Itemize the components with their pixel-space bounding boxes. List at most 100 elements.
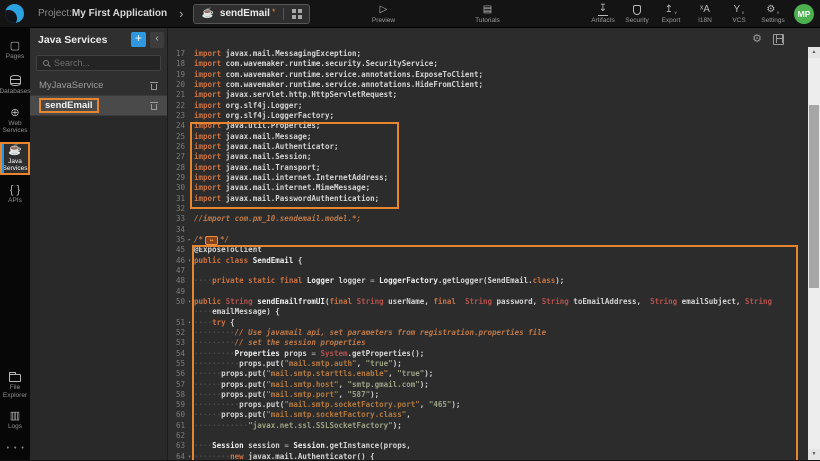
code-line[interactable]: 49	[168, 287, 808, 297]
code-line[interactable]: 28import javax.mail.Transport;	[168, 163, 808, 173]
tab-sendemail[interactable]: ☕ sendEmail *	[193, 4, 310, 24]
scroll-down-arrow[interactable]: ▼	[808, 449, 820, 460]
globe-icon: ⊕	[10, 106, 19, 119]
artifacts-button[interactable]: ↧ Artifacts	[588, 4, 618, 24]
code-line[interactable]: 29import javax.mail.internet.InternetAdd…	[168, 173, 808, 183]
editor-settings-gear-icon[interactable]: ⚙	[752, 34, 762, 45]
fold-gutter	[185, 80, 194, 90]
code-line[interactable]: 21import javax.servlet.http.HttpServletR…	[168, 90, 808, 100]
trash-icon[interactable]	[150, 101, 158, 110]
translate-icon: ˣA	[700, 4, 710, 16]
code-line[interactable]: 20import com.wavemaker.runtime.service.a…	[168, 80, 808, 90]
trash-icon[interactable]	[150, 81, 158, 90]
preview-button[interactable]: ▷ Preview	[368, 4, 398, 24]
document-icon: ▤	[483, 4, 492, 16]
code-area[interactable]: 17import javax.mail.MessagingException;1…	[168, 49, 808, 460]
code-line[interactable]: 19import com.wavemaker.runtime.service.a…	[168, 70, 808, 80]
folded-code-pill[interactable]: ↔	[205, 236, 218, 245]
code-line[interactable]: 56······props.put("mail.smtp.starttls.en…	[168, 369, 808, 379]
code-text: ······props.put("mail.smtp.starttls.enab…	[194, 369, 808, 379]
code-line[interactable]: 62	[168, 431, 808, 441]
code-text: import javax.mail.Session;	[194, 152, 808, 162]
log-file-icon: ▥	[10, 409, 20, 422]
sidebar-item-databases[interactable]: Databases	[0, 71, 30, 99]
fold-gutter	[185, 59, 194, 69]
code-line[interactable]: 18import com.wavemaker.runtime.security.…	[168, 59, 808, 69]
code-line[interactable]: 46▾public class SendEmail {	[168, 256, 808, 266]
code-line[interactable]: 63····Session session = Session.getInsta…	[168, 441, 808, 451]
collapse-panel-button[interactable]: ‹	[150, 32, 164, 48]
fold-toggle-icon[interactable]: ▾	[185, 256, 194, 266]
code-line[interactable]: 59··········props.put("mail.smtp.socketF…	[168, 400, 808, 410]
code-line[interactable]: 33//import com.pm_10.sendemail.model.*;	[168, 214, 808, 224]
sidebar-item-pages[interactable]: ▢ Pages	[0, 36, 30, 64]
code-line[interactable]: 57······props.put("mail.smtp.host", "smt…	[168, 380, 808, 390]
code-line[interactable]: ····emailMessage) {	[168, 307, 808, 317]
code-line[interactable]: 25import javax.mail.Message;	[168, 132, 808, 142]
sidebar-item-label: Databases	[0, 88, 31, 95]
code-line[interactable]: 24import java.util.Properties;	[168, 121, 808, 131]
code-line[interactable]: 52·········// Use javamail api, set para…	[168, 328, 808, 338]
code-line[interactable]: 31import javax.mail.PasswordAuthenticati…	[168, 194, 808, 204]
code-line[interactable]: 23import org.slf4j.LoggerFactory;	[168, 111, 808, 121]
chevron-down-icon: ∨	[776, 7, 779, 19]
sidebar-item-label: File Explorer	[0, 384, 30, 399]
code-line[interactable]: 51▾····try {	[168, 318, 808, 328]
code-line[interactable]: 27import javax.mail.Session;	[168, 152, 808, 162]
sidebar-item-java-services[interactable]: ☕ Java Services	[0, 142, 30, 175]
line-number: 46	[168, 256, 185, 266]
save-icon[interactable]	[773, 34, 784, 45]
fold-toggle-icon[interactable]: ▾	[185, 452, 194, 460]
fold-toggle-icon[interactable]: ▸	[185, 235, 194, 245]
code-line[interactable]: 26import javax.mail.Authenticator;	[168, 142, 808, 152]
code-line[interactable]: 55··········props.put("mail.smtp.auth", …	[168, 359, 808, 369]
sidebar-item-file-explorer[interactable]: File Explorer	[0, 370, 30, 399]
code-line[interactable]: 22import org.slf4j.Logger;	[168, 101, 808, 111]
code-line[interactable]: 60······props.put("mail.smtp.socketFacto…	[168, 410, 808, 420]
code-text: ········new javax.mail.Authenticator() {	[194, 452, 808, 460]
fold-toggle-icon[interactable]: ▾	[185, 318, 194, 328]
sidebar-item-apis[interactable]: { } APIs	[0, 180, 30, 208]
code-line[interactable]: 48····private static final Logger logger…	[168, 276, 808, 286]
i18n-button[interactable]: ˣA I18N	[690, 4, 720, 24]
avatar[interactable]: MP	[794, 4, 814, 24]
line-number: 52	[168, 328, 185, 338]
code-line[interactable]: 61············"javax.net.ssl.SSLSocketFa…	[168, 421, 808, 431]
code-line[interactable]: 35▸/*↔*/	[168, 235, 808, 245]
code-line[interactable]: 58······props.put("mail.smtp.port", "587…	[168, 390, 808, 400]
sidebar-item-logs[interactable]: ▥ Logs	[0, 406, 30, 434]
code-line[interactable]: 50▾public String sendEmailfromUI(final S…	[168, 297, 808, 307]
code-text: import javax.mail.PasswordAuthentication…	[194, 194, 808, 204]
add-service-button[interactable]: +	[131, 32, 146, 47]
editor-scrollbar[interactable]: ▲ ▼	[808, 47, 820, 460]
export-button[interactable]: ↥∨ Export	[656, 4, 686, 24]
code-line[interactable]: 64▾········new javax.mail.Authenticator(…	[168, 452, 808, 460]
scrollbar-thumb[interactable]	[809, 105, 819, 288]
scroll-up-arrow[interactable]: ▲	[808, 47, 820, 58]
code-line[interactable]: 53·········// set the session properties	[168, 338, 808, 348]
code-line[interactable]: 32	[168, 204, 808, 214]
code-line[interactable]: 54·········Properties props = System.get…	[168, 349, 808, 359]
sidebar-item-web-services[interactable]: ⊕ Web Services	[0, 106, 30, 135]
code-line[interactable]: 17import javax.mail.MessagingException;	[168, 49, 808, 59]
code-line[interactable]: 34	[168, 225, 808, 235]
security-button[interactable]: Security	[622, 4, 652, 24]
code-line[interactable]: 30import javax.mail.internet.MimeMessage…	[168, 183, 808, 193]
code-line[interactable]: 47	[168, 266, 808, 276]
more-options-icon[interactable]: • • •	[0, 441, 30, 460]
service-list-item[interactable]: MyJavaService	[30, 76, 167, 96]
code-line[interactable]: 45@ExposeToClient	[168, 245, 808, 255]
tutorials-button[interactable]: ▤ Tutorials	[472, 4, 502, 24]
service-list-item-selected[interactable]: sendEmail	[30, 96, 167, 116]
grid-icon[interactable]	[292, 9, 302, 19]
code-editor: ⚙ 17import javax.mail.MessagingException…	[168, 28, 820, 460]
search-input[interactable]: Search...	[36, 55, 161, 71]
code-text: import javax.mail.Authenticator;	[194, 142, 808, 152]
fold-gutter	[185, 194, 194, 204]
line-number: 57	[168, 380, 185, 390]
code-text: ······props.put("mail.smtp.port", "587")…	[194, 390, 808, 400]
fold-toggle-icon[interactable]: ▾	[185, 297, 194, 307]
wavemaker-logo-icon	[5, 4, 24, 23]
vcs-button[interactable]: Y∨ VCS	[724, 4, 754, 24]
settings-button[interactable]: ⚙∨ Settings	[758, 4, 788, 24]
